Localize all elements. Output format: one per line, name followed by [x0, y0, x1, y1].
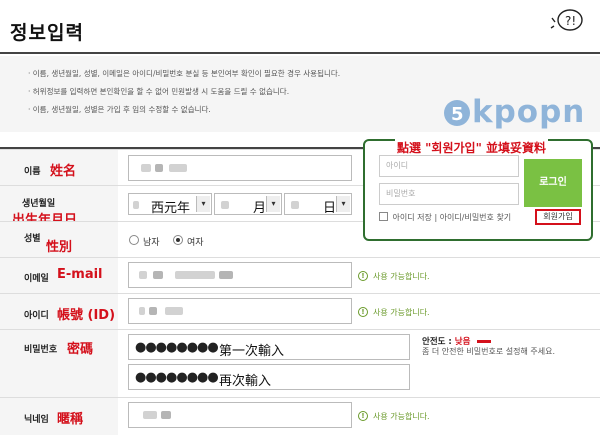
password-hint: 좀 더 안전한 비밀번호로 설정해 주세요. — [422, 347, 556, 356]
help-doodle-icon: ?! — [550, 9, 583, 31]
gender-option-label: 여자 — [187, 238, 204, 248]
password-first-note: 第一次輸入 — [219, 344, 285, 359]
password-label: 비밀번호 — [24, 345, 58, 355]
gender-female-radio[interactable] — [173, 235, 183, 245]
notice-line: · 이름, 생년월일, 성별, 이메일은 아이디/비밀번호 분실 등 본인여부 … — [28, 69, 341, 78]
notice-line: · 허위정보를 입력하면 본인확인을 할 수 없어 민원발생 시 도움을 드릴 … — [28, 87, 290, 96]
name-annotation: 姓名 — [50, 164, 77, 179]
day-suffix: 日 — [323, 201, 337, 216]
userid-status: 사용 가능합니다. — [373, 308, 430, 317]
watermark-text: kpopn — [472, 94, 586, 130]
email-status: 사용 가능합니다. — [373, 272, 430, 281]
password-annotation: 密碼 — [67, 342, 94, 357]
email-input[interactable] — [128, 262, 352, 288]
gender-annotation: 性別 — [46, 240, 73, 255]
nickname-input[interactable] — [128, 402, 352, 428]
month-suffix: 月 — [253, 201, 267, 216]
nickname-status: 사용 가능합니다. — [373, 412, 430, 421]
userid-label: 아이디 — [24, 311, 49, 321]
check-circle-icon: ! — [358, 411, 368, 421]
userid-annotation: 帳號 (ID) — [57, 308, 116, 323]
password-confirm-note: 再次輸入 — [219, 374, 272, 389]
save-id-checkbox[interactable] — [379, 212, 388, 221]
birth-month-select[interactable]: 月 ▾ — [214, 193, 282, 216]
gender-label: 성별 — [24, 234, 41, 244]
password-row: 비밀번호 密碼 ●●●●●●●● 第一次輸入 ●●●●●●●● 再次輸入 — [0, 329, 600, 397]
email-label: 이메일 — [24, 274, 49, 284]
svg-text:5: 5 — [451, 104, 464, 125]
dropdown-arrow-icon: ▾ — [266, 196, 280, 212]
password-confirm-masked: ●●●●●●●● — [135, 370, 219, 385]
login-panel: 點選 "회원가입" 並填妥資料 아이디 비밀번호 로그인 아이디 저장 | 아이… — [363, 139, 593, 241]
name-input[interactable] — [128, 155, 352, 181]
gender-male-radio[interactable] — [129, 235, 139, 245]
birth-day-select[interactable]: 日 ▾ — [284, 193, 352, 216]
userid-input[interactable] — [128, 298, 352, 324]
watermark-logo-icon: 5 — [444, 100, 470, 126]
notice-line: · 이름, 생년월일, 성별은 가입 후 임의 수정할 수 없습니다. — [28, 105, 211, 114]
check-circle-icon: ! — [358, 307, 368, 317]
nickname-annotation: 暱稱 — [57, 412, 84, 427]
login-caption: 點選 "회원가입" 並填妥資料 — [395, 139, 549, 156]
login-pw-input[interactable]: 비밀번호 — [379, 183, 519, 205]
nickname-row: 닉네임 暱稱 ! 사용 가능합니다. — [0, 397, 600, 435]
dropdown-arrow-icon: ▾ — [196, 196, 210, 212]
year-suffix: 西元年 — [151, 201, 191, 216]
birth-label: 생년월일 — [22, 199, 56, 209]
password-masked: ●●●●●●●● — [135, 340, 219, 355]
password-confirm-input[interactable]: ●●●●●●●● 再次輸入 — [128, 364, 410, 390]
gender-option-label: 남자 — [143, 238, 160, 248]
nickname-label: 닉네임 — [24, 415, 49, 425]
login-footer: 아이디 저장 | 아이디/비밀번호 찾기 — [379, 212, 511, 223]
watermark: 5 kpopn — [442, 94, 600, 134]
strength-bar — [477, 340, 492, 343]
find-account-link[interactable]: 아이디/비밀번호 찾기 — [440, 213, 511, 222]
email-row: 이메일 E-mail ! 사용 가능합니다. — [0, 257, 600, 293]
password-input[interactable]: ●●●●●●●● 第一次輸入 — [128, 334, 410, 360]
page-title: 정보입력 — [10, 22, 84, 44]
svg-text:?!: ?! — [565, 14, 576, 28]
footer-separator: | — [434, 213, 438, 222]
join-button[interactable]: 회원가입 — [535, 209, 581, 225]
email-annotation: E-mail — [57, 267, 103, 282]
birth-year-select[interactable]: 西元年 ▾ — [128, 193, 212, 216]
label-cell — [0, 330, 118, 397]
dropdown-arrow-icon: ▾ — [336, 196, 350, 212]
userid-row: 아이디 帳號 (ID) ! 사용 가능합니다. — [0, 293, 600, 329]
title-divider — [0, 52, 600, 54]
login-button[interactable]: 로그인 — [524, 159, 582, 207]
save-id-label: 아이디 저장 — [392, 213, 432, 222]
login-id-input[interactable]: 아이디 — [379, 155, 519, 177]
check-circle-icon: ! — [358, 271, 368, 281]
name-label: 이름 — [24, 167, 41, 177]
